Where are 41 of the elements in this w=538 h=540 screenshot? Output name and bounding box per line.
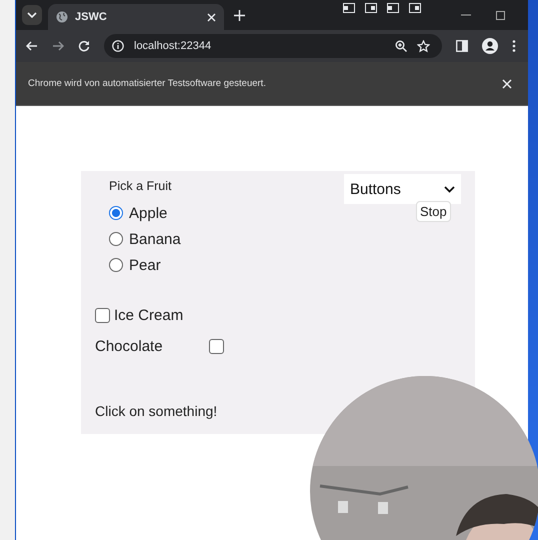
radio-button[interactable]	[109, 206, 123, 220]
close-icon[interactable]	[207, 12, 216, 22]
globe-icon	[56, 11, 68, 23]
checkbox[interactable]	[209, 339, 224, 354]
chevron-down-icon	[444, 186, 455, 192]
radio-button[interactable]	[109, 232, 123, 246]
window-capture-icon[interactable]	[365, 3, 377, 13]
radio-label[interactable]: Apple	[129, 204, 168, 222]
back-icon[interactable]	[26, 40, 38, 52]
tab-search-button[interactable]	[22, 5, 42, 25]
side-panel-icon[interactable]	[456, 40, 468, 52]
address-bar[interactable]: localhost:22344	[104, 34, 442, 58]
status-message: Click on something!	[95, 403, 218, 419]
window-capture-icon[interactable]	[343, 3, 355, 13]
minimize-icon[interactable]	[461, 14, 471, 16]
info-icon[interactable]	[112, 40, 124, 52]
radio-button[interactable]	[109, 258, 123, 272]
menu-icon[interactable]	[512, 40, 516, 52]
window-capture-icon[interactable]	[409, 3, 421, 13]
new-tab-icon[interactable]	[234, 10, 245, 20]
zoom-icon[interactable]	[395, 40, 407, 52]
maximize-icon[interactable]	[496, 10, 505, 20]
checkbox[interactable]	[95, 308, 110, 323]
group-label: Pick a Fruit	[109, 179, 172, 193]
reload-icon[interactable]	[78, 40, 90, 52]
tab-title: JSWC	[75, 11, 108, 23]
dropdown[interactable]: Buttons	[344, 174, 461, 204]
forward-icon[interactable]	[52, 40, 64, 52]
star-icon[interactable]	[417, 40, 430, 52]
checkbox-label[interactable]: Ice Cream	[114, 307, 184, 324]
radio-label[interactable]: Pear	[129, 256, 161, 274]
window-capture-icon[interactable]	[387, 3, 399, 13]
profile-icon[interactable]	[482, 38, 498, 54]
checkbox-label[interactable]: Chocolate	[95, 338, 205, 355]
close-icon[interactable]	[502, 78, 512, 88]
info-bar-message: Chrome wird von automatisierter Testsoftware gesteuert.	[28, 78, 266, 89]
address-text: localhost:22344	[134, 40, 212, 52]
chevron-down-icon	[27, 12, 37, 18]
radio-label[interactable]: Banana	[129, 230, 181, 248]
tooltip: Stop	[416, 201, 451, 222]
browser-tab[interactable]: JSWC	[48, 4, 224, 30]
